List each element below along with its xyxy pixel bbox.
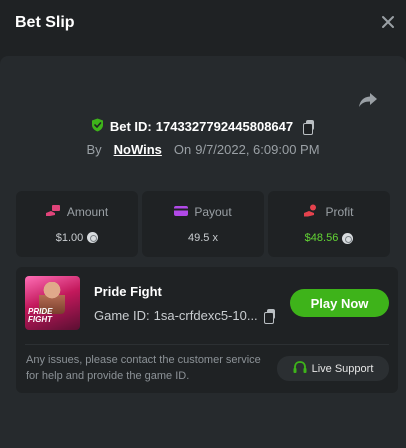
divider [25,344,389,345]
bet-date: 9/7/2022, 6:09:00 PM [195,141,320,157]
amount-value: $1.00 [55,231,84,244]
headset-icon [293,360,307,377]
coin-icon [342,232,354,244]
game-thumbnail[interactable]: PRIDE FIGHT [25,276,80,330]
payout-value: 49.5 x [188,231,218,244]
on-label: On [173,141,192,157]
coin-icon [87,232,99,243]
bet-slip-header: Bet Slip [0,0,406,48]
copy-icon[interactable] [303,119,315,135]
verified-shield-icon [91,118,104,135]
bet-id-value: 1743327792445808647 [155,118,294,134]
by-label: By [86,141,102,157]
close-icon[interactable] [380,14,396,30]
page-title: Bet Slip [15,14,75,31]
bet-author-row: By NoWins On 9/7/2022, 6:09:00 PM [0,140,406,158]
stat-payout: Payout 49.5 x [142,191,264,257]
profit-label: Profit [325,205,354,219]
share-icon[interactable] [358,91,378,109]
live-support-label: Live Support [311,362,374,375]
support-help-text: Any issues, please contact the customer … [26,354,261,382]
amount-label: Amount [66,205,109,219]
copy-icon[interactable] [263,309,276,324]
bet-id-label: Bet ID: [109,118,152,134]
bet-id-row: Bet ID: 1743327792445808647 [0,116,406,136]
live-support-button[interactable]: Live Support [277,356,389,381]
stat-amount: Amount $1.00 [16,191,138,257]
play-now-button[interactable]: Play Now [290,289,389,317]
wallet-icon [174,205,189,220]
user-link[interactable]: NoWins [114,142,162,157]
game-id-label: Game ID: [94,308,150,323]
bet-hand-icon [45,204,61,220]
game-id-value: 1sa-crfdexc5-10... [153,308,258,323]
profit-value: $48.56 [304,232,339,244]
game-id-row: Game ID: 1sa-crfdexc5-10... [94,308,276,324]
payout-label: Payout [194,205,232,219]
bet-stats: Amount $1.00 Payout 49.5 x Profit $48.56 [16,191,390,257]
stat-profit: Profit $48.56 [268,191,390,257]
game-card: PRIDE FIGHT Pride Fight Game ID: 1sa-crfd… [16,267,398,393]
game-name: Pride Fight [94,284,162,299]
profit-hand-icon [304,204,319,220]
